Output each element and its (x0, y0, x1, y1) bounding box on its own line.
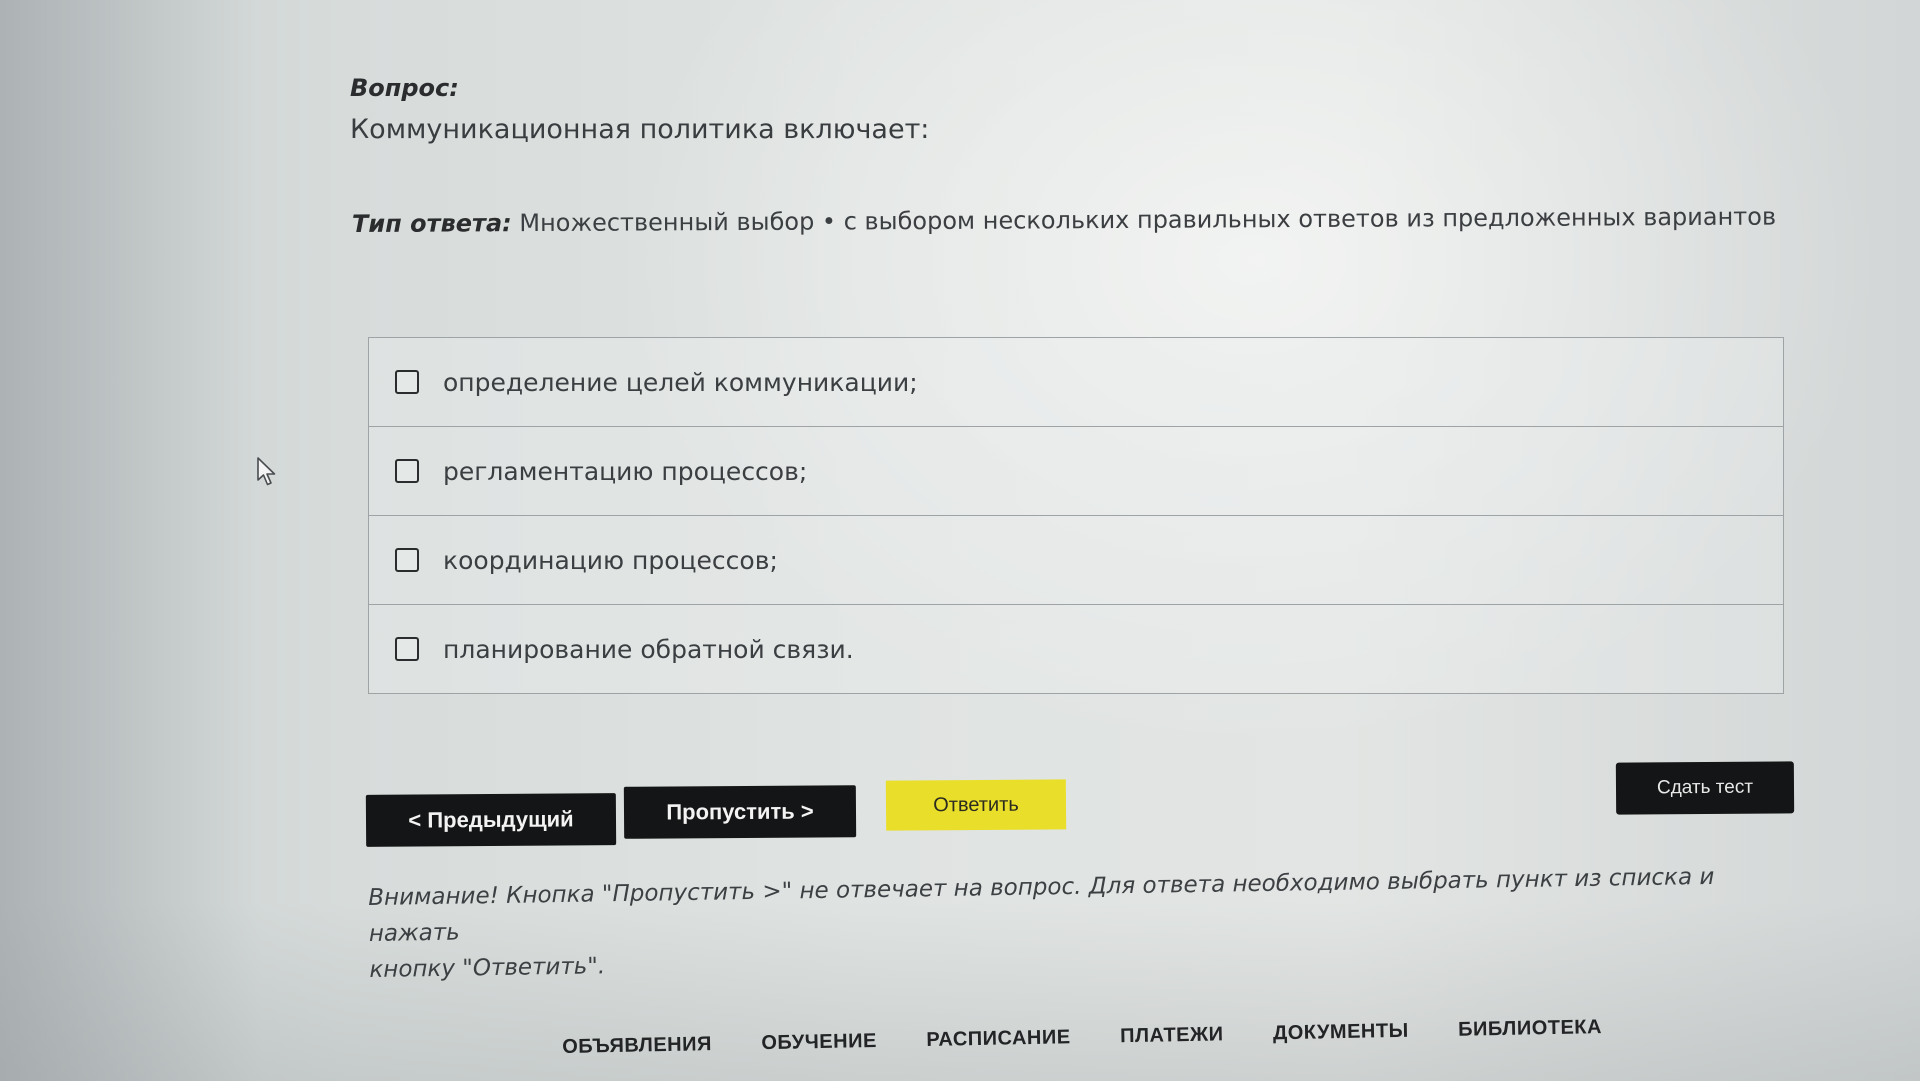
nav-item-schedule[interactable]: РАСПИСАНИЕ (926, 1026, 1071, 1052)
question-text: Коммуникационная политика включает: (350, 114, 930, 145)
nav-item-documents[interactable]: ДОКУМЕНТЫ (1273, 1020, 1409, 1046)
option-label: определение целей коммуникации; (443, 367, 918, 397)
option-checkbox[interactable] (395, 637, 419, 661)
option-checkbox[interactable] (395, 459, 419, 483)
option-checkbox[interactable] (395, 370, 419, 394)
notice-text: Внимание! Кнопка "Пропустить >" не отвеч… (368, 858, 1780, 988)
answer-type: Тип ответа: Множественный выбор • с выбо… (352, 203, 1776, 238)
option-item[interactable]: определение целей коммуникации; (368, 337, 1784, 427)
option-checkbox[interactable] (395, 548, 419, 572)
option-item[interactable]: регламентацию процессов; (368, 426, 1784, 516)
option-item[interactable]: координацию процессов; (368, 515, 1784, 605)
answer-type-value: Множественный выбор • с выбором нескольк… (519, 202, 1777, 238)
bottom-nav: ОБЪЯВЛЕНИЯ ОБУЧЕНИЕ РАСПИСАНИЕ ПЛАТЕЖИ Д… (562, 1016, 1602, 1059)
previous-button[interactable]: < Предыдущий (365, 793, 617, 847)
option-item[interactable]: планирование обратной связи. (368, 604, 1784, 694)
nav-item-payments[interactable]: ПЛАТЕЖИ (1120, 1023, 1224, 1048)
screen-shade (0, 0, 260, 1081)
nav-item-announcements[interactable]: ОБЪЯВЛЕНИЯ (562, 1033, 712, 1059)
nav-item-learning[interactable]: ОБУЧЕНИЕ (761, 1030, 877, 1055)
option-label: планирование обратной связи. (443, 634, 854, 664)
option-label: координацию процессов; (443, 545, 778, 575)
submit-test-button[interactable]: Сдать тест (1615, 761, 1795, 815)
option-label: регламентацию процессов; (443, 456, 808, 486)
answer-button[interactable]: Ответить (885, 779, 1067, 831)
nav-item-library[interactable]: БИБЛИОТЕКА (1458, 1016, 1602, 1042)
question-label: Вопрос: (350, 74, 459, 102)
answer-options-list: определение целей коммуникации; регламен… (368, 337, 1784, 694)
mouse-pointer-icon (257, 457, 276, 486)
answer-type-label: Тип ответа: (351, 209, 512, 238)
skip-button[interactable]: Пропустить > (623, 785, 857, 839)
